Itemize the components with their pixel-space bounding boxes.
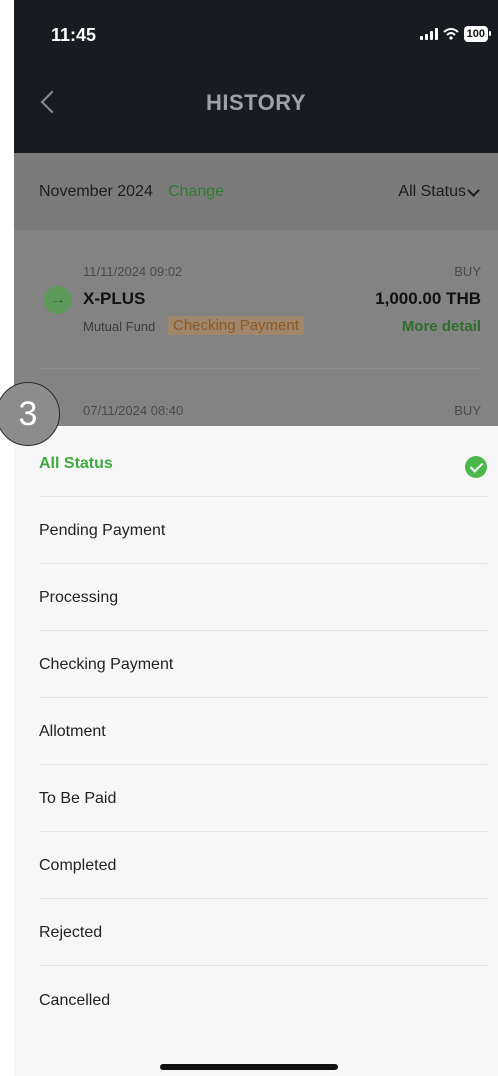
check-circle-icon	[465, 456, 487, 478]
option-label: Checking Payment	[39, 656, 174, 673]
status-option-completed[interactable]: Completed	[39, 832, 487, 899]
option-label: Pending Payment	[39, 522, 166, 539]
transaction-type: BUY	[454, 264, 481, 279]
status-filter-dropdown[interactable]: All Status	[398, 183, 466, 201]
status-option-to-be-paid[interactable]: To Be Paid	[39, 765, 487, 832]
status-option-allotment[interactable]: Allotment	[39, 698, 487, 765]
status-time: 11:45	[51, 25, 97, 45]
status-option-rejected[interactable]: Rejected	[39, 899, 487, 966]
transaction-category: Mutual Fund	[83, 319, 156, 334]
status-option-checking-payment[interactable]: Checking Payment	[39, 631, 487, 698]
option-label: Allotment	[39, 723, 106, 740]
change-month-link[interactable]: Change	[168, 183, 224, 201]
status-option-pending-payment[interactable]: Pending Payment	[39, 497, 487, 564]
transaction-fund-name[interactable]: X-PLUS	[83, 289, 145, 309]
home-indicator	[160, 1064, 338, 1070]
status-badge: Checking Payment	[168, 316, 304, 335]
divider	[39, 368, 481, 369]
battery-icon: 100	[463, 26, 492, 42]
wifi-icon	[442, 28, 459, 40]
transaction-datetime: 11/11/2024 09:02	[83, 264, 183, 279]
transaction-type: BUY	[454, 403, 481, 418]
phone-screen: 11:45 100 HISTORY November 2024 Change A…	[14, 0, 498, 1076]
arrow-right-icon: →	[44, 286, 72, 314]
chevron-down-icon[interactable]	[467, 184, 480, 197]
status-icons: 100	[419, 26, 492, 42]
status-bottom-sheet: All Status Pending Payment Processing Ch…	[14, 426, 498, 1076]
option-label: To Be Paid	[39, 790, 117, 807]
month-label: November 2024	[39, 183, 153, 200]
transaction-datetime: 07/11/2024 08:40	[83, 403, 184, 418]
option-label: All Status	[39, 455, 113, 472]
status-option-processing[interactable]: Processing	[39, 564, 487, 631]
option-label: Completed	[39, 857, 117, 874]
top-bar: 11:45 100 HISTORY	[14, 0, 498, 153]
more-detail-link[interactable]: More detail	[402, 318, 481, 335]
signal-icon	[419, 28, 438, 40]
option-label: Processing	[39, 589, 119, 606]
transaction-amount: 1,000.00 THB	[375, 289, 481, 308]
option-label: Rejected	[39, 924, 103, 941]
page-title: HISTORY	[205, 90, 307, 115]
status-option-all-status[interactable]: All Status	[39, 430, 487, 497]
status-option-cancelled[interactable]: Cancelled	[39, 966, 487, 1033]
option-label: Cancelled	[39, 991, 111, 1009]
filter-bar: November 2024 Change All Status	[14, 153, 498, 230]
